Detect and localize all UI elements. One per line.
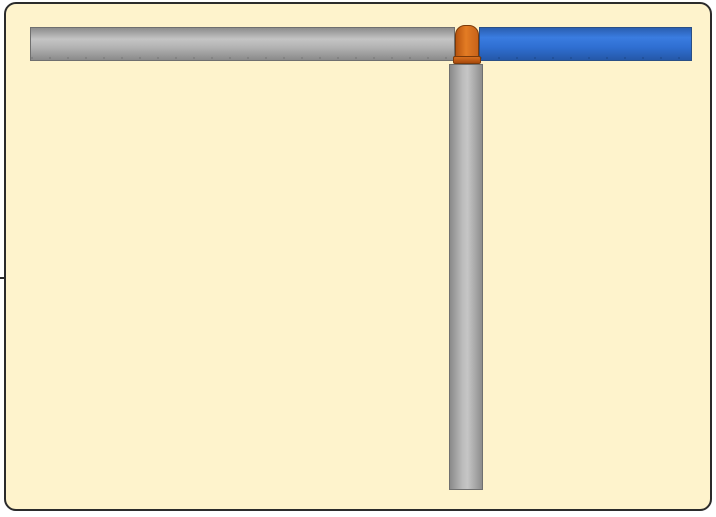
t-joint-cap [453,56,481,64]
horizontal-pipe-right-water[interactable] [479,27,692,61]
game-stage [0,0,716,517]
game-board [4,2,712,511]
vertical-pipe[interactable] [449,64,483,490]
horizontal-pipe-left[interactable] [30,27,455,61]
